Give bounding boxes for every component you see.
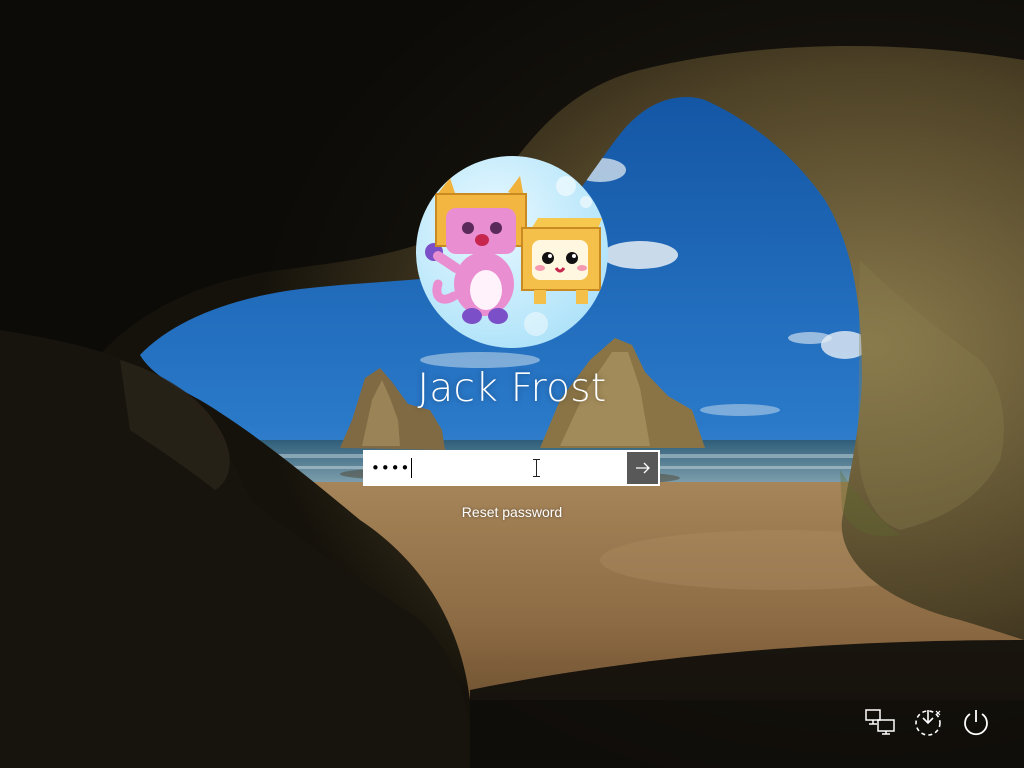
password-input[interactable]: •••• <box>365 452 627 484</box>
ease-of-access-icon <box>915 710 941 736</box>
password-box: •••• <box>363 450 660 486</box>
network-icon <box>865 709 895 735</box>
network-button[interactable] <box>862 704 898 740</box>
ibeam-cursor-icon <box>533 459 540 477</box>
accessibility-button[interactable] <box>910 704 946 740</box>
power-button[interactable] <box>958 704 994 740</box>
text-caret <box>411 458 413 478</box>
lock-screen: Jack Frost •••• Reset password <box>0 0 1024 768</box>
password-masked-value: •••• <box>371 459 411 477</box>
submit-button[interactable] <box>627 452 658 484</box>
user-avatar <box>416 156 608 348</box>
reset-password-link[interactable]: Reset password <box>412 504 612 520</box>
power-icon <box>964 710 988 736</box>
user-name: Jack Frost <box>417 366 607 411</box>
arrow-right-icon <box>635 462 650 474</box>
